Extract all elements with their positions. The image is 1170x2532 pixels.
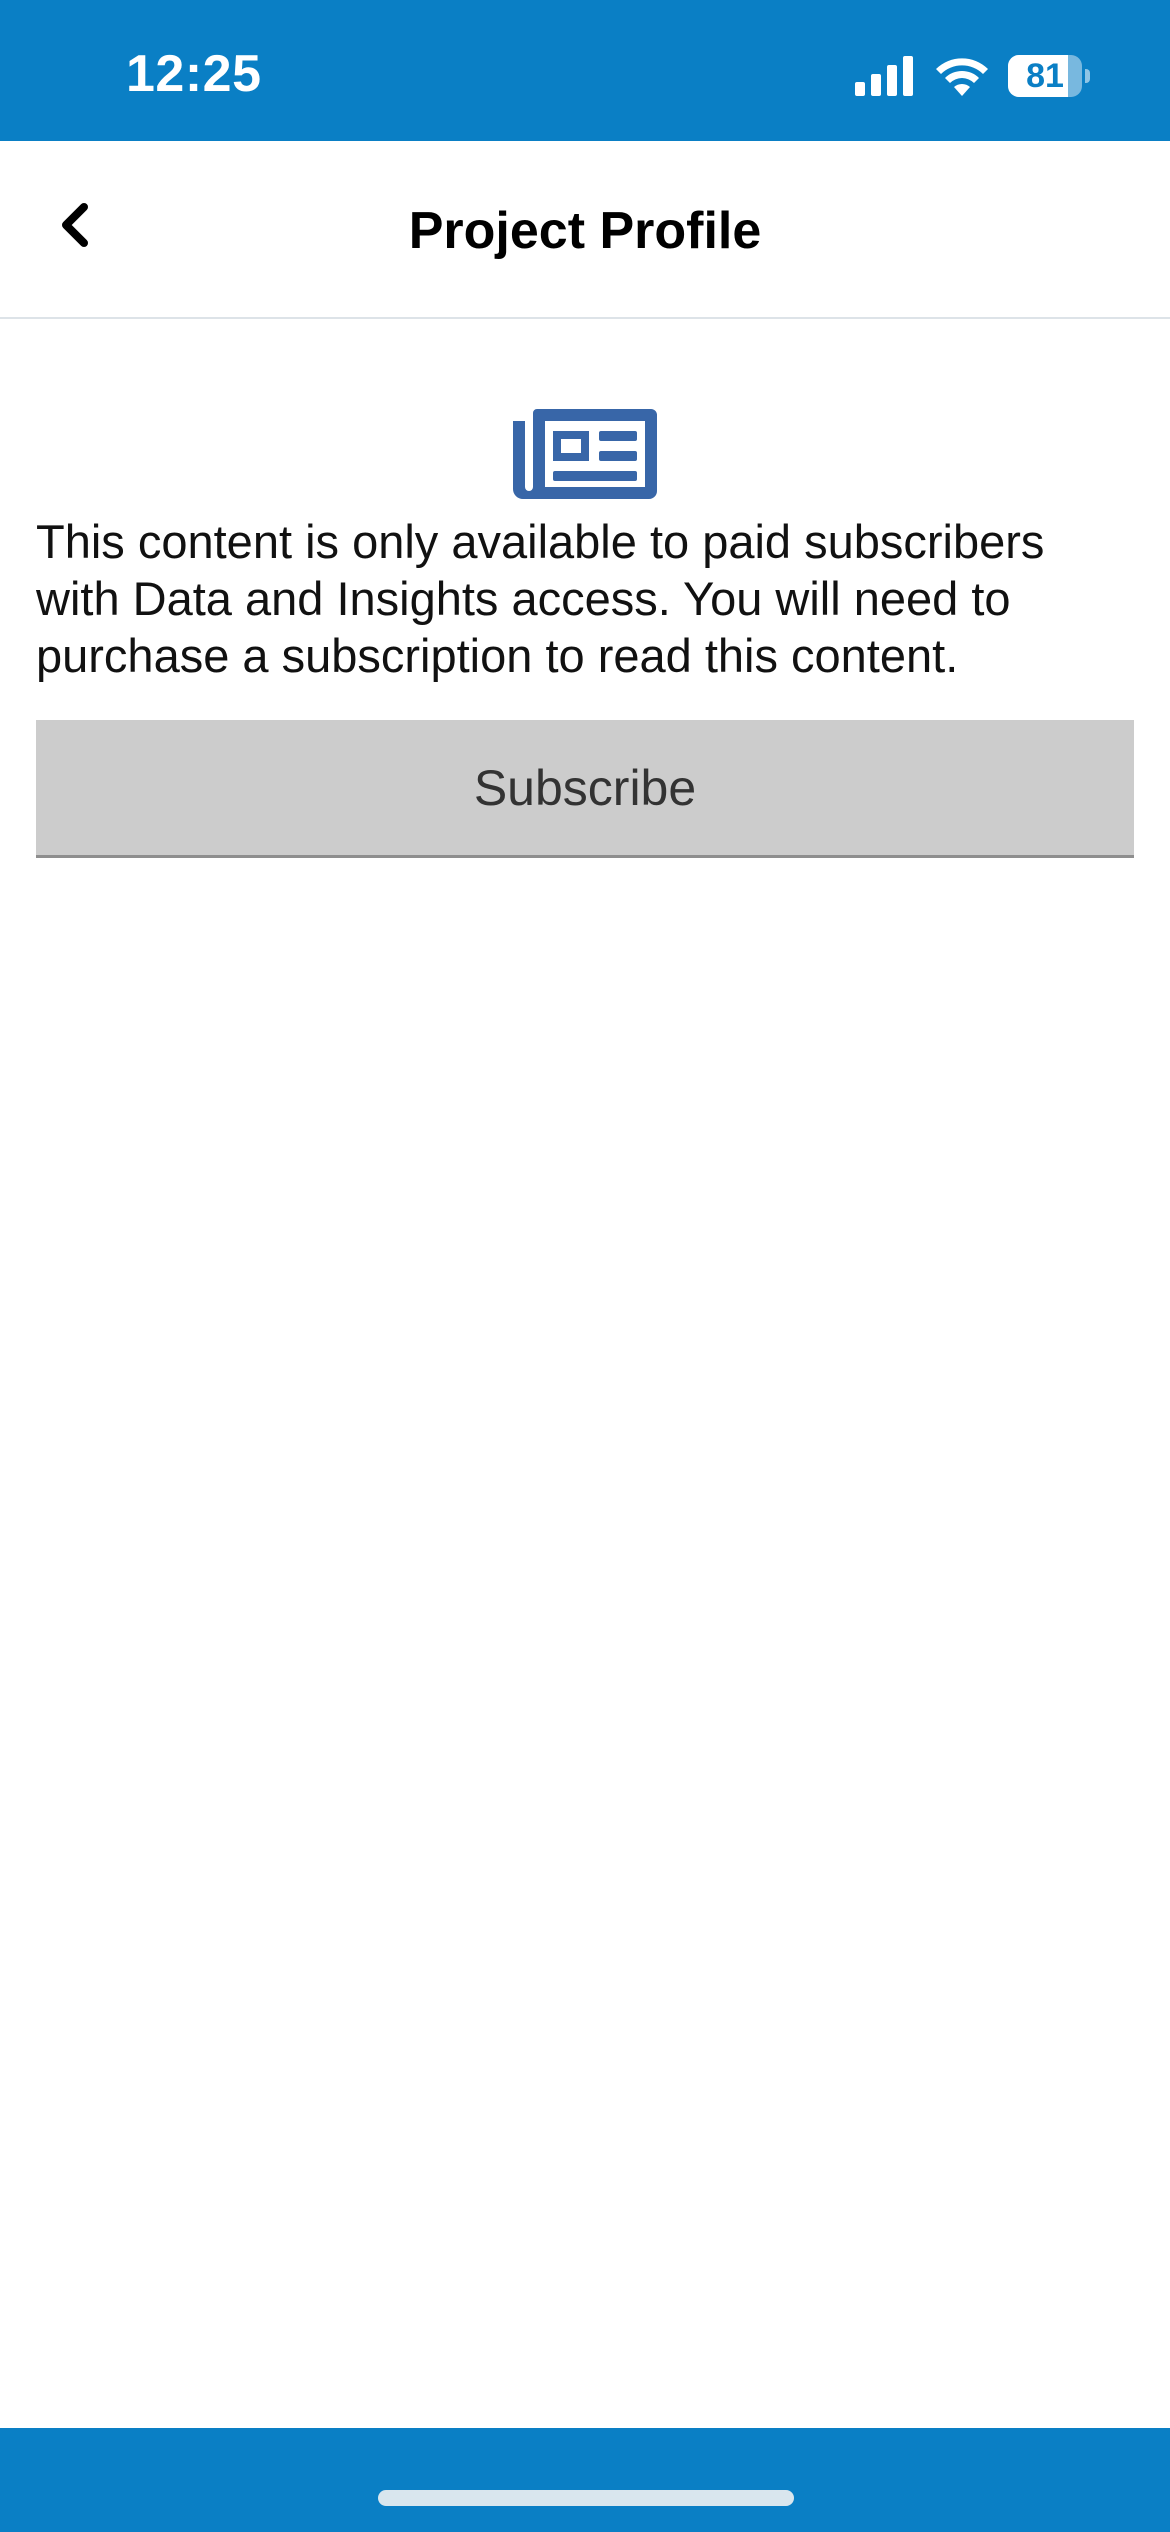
- nav-bar: Project Profile: [0, 141, 1170, 319]
- bottom-bar: [0, 2428, 1170, 2532]
- page-title: Project Profile: [408, 202, 762, 260]
- subscribe-button[interactable]: Subscribe: [36, 720, 1134, 858]
- paywall-message: This content is only available to paid s…: [36, 515, 1045, 682]
- status-time: 12:25: [126, 45, 262, 103]
- status-bar: 12:25 81: [0, 0, 1170, 141]
- paywall-content: This content is only available to paid s…: [36, 319, 1134, 858]
- home-indicator[interactable]: [378, 2490, 794, 2506]
- signal-icon: [855, 56, 913, 96]
- newspaper-icon: [513, 409, 657, 499]
- battery-icon: 81: [1008, 55, 1090, 97]
- wifi-icon: [936, 58, 988, 96]
- battery-level: 81: [1026, 57, 1064, 95]
